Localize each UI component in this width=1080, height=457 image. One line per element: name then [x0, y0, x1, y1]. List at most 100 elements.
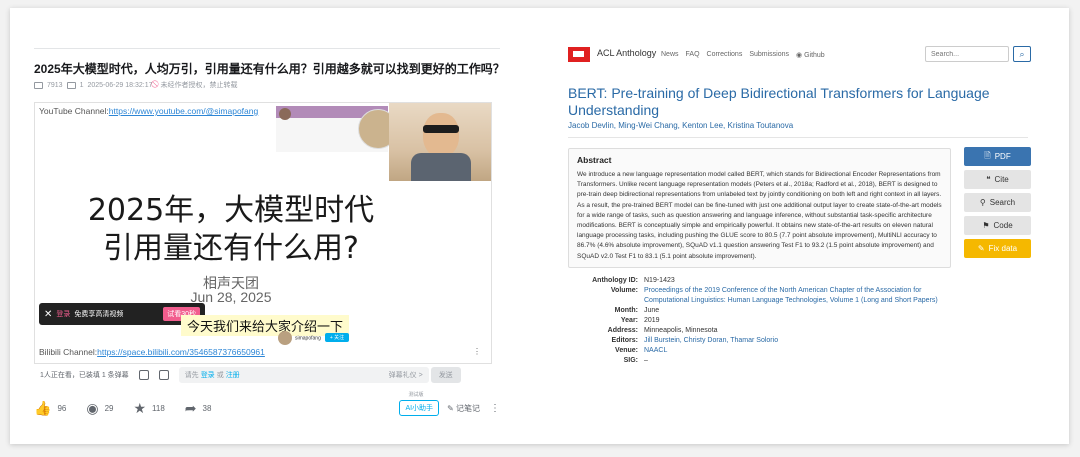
- presenter-face: [423, 113, 459, 157]
- presenter-body: [411, 153, 471, 181]
- cite-button[interactable]: ❝ Cite: [964, 170, 1031, 189]
- acl-logo-icon[interactable]: [568, 47, 590, 62]
- login-prompt-text: 免费享高清视频: [74, 311, 124, 318]
- webcam-overlay: [389, 103, 491, 181]
- edit-icon: ✎: [977, 244, 985, 253]
- youtube-label: YouTube Channel:: [39, 106, 109, 116]
- uploader-card: simapofang + 关注: [278, 331, 350, 345]
- play-count-icon: [34, 81, 43, 89]
- bookmark-icon: ⚲: [979, 198, 986, 207]
- metadata-row: Address: Minneapolis, Minnesota: [568, 326, 964, 336]
- brand-name[interactable]: ACL Anthology: [597, 48, 656, 58]
- search-input[interactable]: [925, 46, 1009, 62]
- pdf-label: PDF: [994, 152, 1011, 161]
- video-action-bar: 👍 96 ◉ 29 ★ 118 ➦ 38 测试版 AI小助手 ✎ 记笔记 ⋮: [34, 392, 500, 420]
- danmaku-count-icon: [66, 81, 76, 89]
- input-or: 或: [216, 372, 224, 379]
- like-button[interactable]: 👍 96: [34, 400, 66, 417]
- paper-authors[interactable]: Jacob Devlin, Ming-Wei Chang, Kenton Lee…: [568, 121, 793, 130]
- ai-assistant-button[interactable]: 测试版 AI小助手: [399, 392, 440, 416]
- video-player[interactable]: YouTube Channel:https://www.youtube.com/…: [34, 102, 492, 364]
- publish-datetime: 2025-06-29 18:32:17: [87, 81, 153, 89]
- metadata-row: Anthology ID: N19-1423: [568, 276, 964, 286]
- coin-icon: ◉: [86, 399, 99, 416]
- divider: [568, 137, 1028, 138]
- metadata-key: Volume:: [610, 287, 638, 294]
- acl-anthology-page: ACL Anthology News FAQ Corrections Submi…: [568, 8, 1038, 444]
- coin-button[interactable]: ◉ 29: [86, 400, 113, 417]
- nav-faq[interactable]: FAQ: [686, 51, 700, 59]
- code-button[interactable]: ⚑ Code: [964, 216, 1031, 235]
- beta-tag: 测试版: [408, 392, 424, 398]
- abstract-text: We introduce a new language representati…: [577, 171, 942, 260]
- metadata-row: SIG: –: [568, 356, 964, 366]
- presenter-glasses: [423, 125, 459, 133]
- input-prefix: 请先: [184, 372, 199, 379]
- metadata-value: June: [644, 307, 660, 314]
- divider: [34, 48, 500, 49]
- register-link[interactable]: 注册: [226, 370, 240, 380]
- danmaku-input[interactable]: 请先 登录 或 注册 弹幕礼仪 >: [178, 367, 429, 383]
- slide-title-line2: 引用量还有什么用?: [103, 231, 359, 266]
- metadata-row: Venue: NAACL: [568, 346, 964, 356]
- screenshot-card: 2025年大模型时代，人均万引，引用量还有什么用？引用越多就可以找到更好的工作吗…: [10, 8, 1069, 444]
- more-options-icon[interactable]: ⋮: [490, 403, 500, 414]
- paper-title[interactable]: BERT: Pre-training of Deep Bidirectional…: [568, 85, 1028, 119]
- send-button[interactable]: 发送: [430, 367, 461, 383]
- danmaku-settings-icon[interactable]: [158, 370, 169, 380]
- notes-button[interactable]: ✎ 记笔记: [447, 403, 480, 414]
- danmaku-toggle-icon[interactable]: [138, 370, 149, 380]
- search-button[interactable]: ⌕: [1013, 46, 1031, 62]
- search-paper-button[interactable]: ⚲ Search: [964, 193, 1031, 212]
- abstract-heading: Abstract: [577, 155, 612, 165]
- metadata-key: Venue:: [615, 347, 638, 354]
- metadata-value: N19-1423: [644, 277, 675, 284]
- ai-assistant-label: AI小助手: [405, 405, 434, 412]
- metadata-row: Editors: Jill Burstein, Christy Doran, Th…: [568, 336, 964, 346]
- more-icon[interactable]: ⋮: [473, 347, 481, 356]
- nav-github[interactable]: ◉ Github: [796, 51, 825, 59]
- notes-label: 记笔记: [456, 403, 480, 413]
- search-icon: ⌕: [1019, 48, 1025, 59]
- pdf-button[interactable]: 🗎 PDF: [964, 147, 1031, 166]
- login-link[interactable]: 登录: [56, 309, 70, 319]
- close-icon[interactable]: ✕: [44, 309, 52, 320]
- metadata-key: Anthology ID:: [592, 277, 638, 284]
- nav-submissions[interactable]: Submissions: [749, 51, 789, 59]
- follow-button[interactable]: + 关注: [324, 333, 350, 343]
- metadata-value: –: [644, 357, 648, 364]
- bilibili-link[interactable]: https://space.bilibili.com/3546587376650…: [97, 347, 265, 357]
- uploader-name[interactable]: simapofang: [295, 335, 321, 341]
- metadata-key: Month:: [614, 307, 638, 314]
- quote-icon: ❝: [986, 175, 991, 184]
- uploader-avatar: [278, 331, 292, 345]
- profile-avatar: [279, 108, 291, 120]
- metadata-value[interactable]: Jill Burstein, Christy Doran, Thamar Sol…: [644, 336, 964, 346]
- bilibili-channel-line: Bilibili Channel:https://space.bilibili.…: [39, 347, 265, 357]
- metadata-key: Address:: [607, 327, 638, 334]
- danmaku-etiquette-link[interactable]: 弹幕礼仪 >: [389, 370, 423, 380]
- metadata-key: Year:: [620, 317, 638, 324]
- metadata-value: 2019: [644, 317, 660, 324]
- metadata-value[interactable]: NAACL: [644, 346, 964, 356]
- fix-data-button[interactable]: ✎ Fix data: [964, 239, 1031, 258]
- login-link[interactable]: 登录: [201, 370, 215, 380]
- danmaku-bar: 1人正在看，已装填 1 条弹幕 请先 登录 或 注册 弹幕礼仪 > 发送: [34, 364, 492, 386]
- share-button[interactable]: ➦ 38: [185, 400, 212, 417]
- video-meta: 7913 1 2025-06-29 18:32:17 ⃠ 未经作者授权，禁止转载: [34, 80, 237, 90]
- no-repost-text: 未经作者授权，禁止转载: [160, 82, 238, 89]
- youtube-link[interactable]: https://www.youtube.com/@simapofang: [109, 106, 258, 116]
- like-count: 96: [57, 403, 67, 413]
- metadata-value[interactable]: Proceedings of the 2019 Conference of th…: [644, 286, 964, 306]
- nav-news[interactable]: News: [661, 51, 679, 59]
- code-label: Code: [993, 221, 1013, 230]
- code-icon: ⚑: [982, 221, 990, 230]
- cite-label: Cite: [994, 175, 1009, 184]
- fix-label: Fix data: [988, 244, 1018, 253]
- nav-corrections[interactable]: Corrections: [707, 51, 743, 59]
- bilibili-label: Bilibili Channel:: [39, 347, 98, 357]
- metadata-key: SIG:: [623, 357, 638, 364]
- favorite-button[interactable]: ★ 118: [133, 400, 164, 417]
- coin-count: 29: [104, 403, 114, 413]
- nav-github-label: Github: [804, 52, 825, 59]
